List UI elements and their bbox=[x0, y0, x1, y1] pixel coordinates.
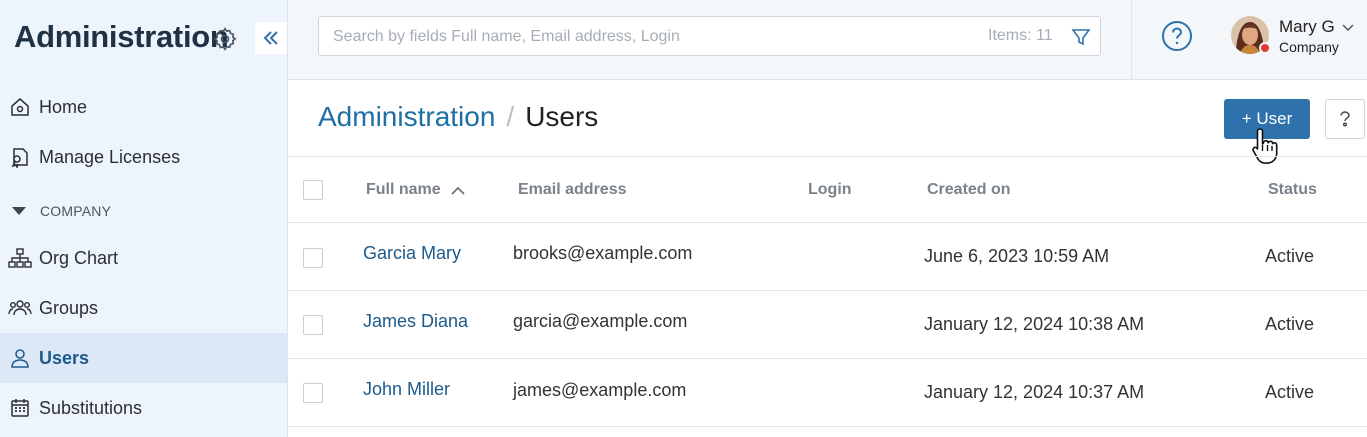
chevron-down-icon[interactable] bbox=[1341, 20, 1355, 34]
email-cell: brooks@example.com bbox=[513, 243, 693, 263]
status-cell: Active bbox=[1265, 314, 1315, 334]
breadcrumb-separator: / bbox=[506, 101, 515, 132]
filter-icon[interactable] bbox=[1070, 26, 1092, 48]
row-checkbox[interactable] bbox=[303, 383, 323, 403]
question-icon bbox=[1340, 111, 1350, 127]
row-divider bbox=[288, 426, 1367, 427]
row-checkbox[interactable] bbox=[303, 315, 323, 335]
sort-ascending-icon[interactable] bbox=[450, 184, 466, 196]
row-divider bbox=[288, 358, 1367, 359]
items-count: Items: 11 bbox=[988, 27, 1053, 44]
created-on-cell: January 12, 2024 10:38 AM bbox=[924, 314, 1145, 334]
sidebar-item-label: Groups bbox=[39, 297, 99, 318]
calendar-icon bbox=[8, 396, 32, 420]
column-header-created-on[interactable]: Created on bbox=[927, 181, 1011, 199]
search-box[interactable]: Items: 11 bbox=[318, 16, 1101, 56]
status-cell: Active bbox=[1265, 246, 1315, 266]
email-cell: james@example.com bbox=[513, 380, 687, 400]
sidebar-item-home[interactable]: Home bbox=[0, 82, 287, 132]
sidebar: Administration Home Manage Licenses COMP… bbox=[0, 0, 288, 437]
row-divider bbox=[288, 290, 1367, 291]
column-header-email[interactable]: Email address bbox=[518, 181, 627, 199]
created-on-cell: January 12, 2024 10:37 AM bbox=[924, 382, 1145, 402]
org-chart-icon bbox=[8, 246, 32, 270]
divider bbox=[1131, 0, 1132, 80]
row-checkbox[interactable] bbox=[303, 248, 323, 268]
sidebar-item-users[interactable]: Users bbox=[0, 333, 287, 383]
sidebar-item-groups[interactable]: Groups bbox=[0, 283, 287, 333]
section-company[interactable]: COMPANY bbox=[12, 203, 111, 219]
email-cell: garcia@example.com bbox=[513, 311, 688, 331]
sidebar-item-label: Users bbox=[39, 347, 90, 368]
groups-icon bbox=[8, 296, 32, 320]
sidebar-item-substitutions[interactable]: Substitutions bbox=[0, 383, 287, 433]
page-help-button[interactable] bbox=[1325, 99, 1365, 139]
header-divider bbox=[288, 222, 1367, 223]
sidebar-item-label: Substitutions bbox=[39, 397, 143, 418]
page-title: Users bbox=[525, 101, 599, 132]
presence-status-dot bbox=[1259, 42, 1271, 54]
breadcrumb-link-administration[interactable]: Administration bbox=[318, 101, 495, 133]
select-all-checkbox[interactable] bbox=[303, 180, 323, 200]
app-window: Administration Home Manage Licenses COMP… bbox=[0, 0, 1367, 437]
collapse-sidebar-button[interactable] bbox=[255, 22, 287, 54]
user-name-link[interactable]: James Diana bbox=[363, 311, 468, 332]
help-icon[interactable] bbox=[1161, 20, 1193, 52]
gear-icon[interactable] bbox=[212, 26, 238, 52]
section-label: COMPANY bbox=[40, 203, 112, 219]
user-name-link[interactable]: John Miller bbox=[363, 379, 450, 400]
breadcrumb: Administration / Users bbox=[318, 101, 598, 133]
column-header-status[interactable]: Status bbox=[1268, 181, 1317, 199]
sidebar-item-label: Home bbox=[39, 96, 88, 117]
hand-pointer-cursor-icon bbox=[1252, 128, 1278, 164]
created-on-cell: June 6, 2023 10:59 AM bbox=[924, 246, 1110, 266]
double-chevron-left-icon bbox=[263, 31, 278, 45]
column-header-full-name[interactable]: Full name bbox=[366, 181, 441, 199]
user-icon bbox=[8, 346, 32, 370]
table-top-border bbox=[288, 156, 1367, 157]
sidebar-item-label: Org Chart bbox=[39, 247, 119, 268]
top-bar: Items: 11 Mary G Company bbox=[288, 0, 1367, 80]
sidebar-item-label: Manage Licenses bbox=[39, 146, 181, 167]
user-company: Company bbox=[1279, 39, 1339, 55]
user-name-link[interactable]: Garcia Mary bbox=[363, 243, 461, 264]
caret-down-icon bbox=[12, 207, 26, 215]
status-cell: Active bbox=[1265, 382, 1315, 402]
user-name[interactable]: Mary G bbox=[1279, 17, 1335, 37]
license-icon bbox=[8, 145, 32, 169]
sidebar-item-org-chart[interactable]: Org Chart bbox=[0, 233, 287, 283]
sidebar-title: Administration bbox=[14, 19, 229, 54]
search-input[interactable] bbox=[333, 25, 953, 49]
column-header-login[interactable]: Login bbox=[808, 181, 852, 199]
sidebar-item-manage-licenses[interactable]: Manage Licenses bbox=[0, 132, 287, 182]
home-icon bbox=[8, 95, 32, 119]
